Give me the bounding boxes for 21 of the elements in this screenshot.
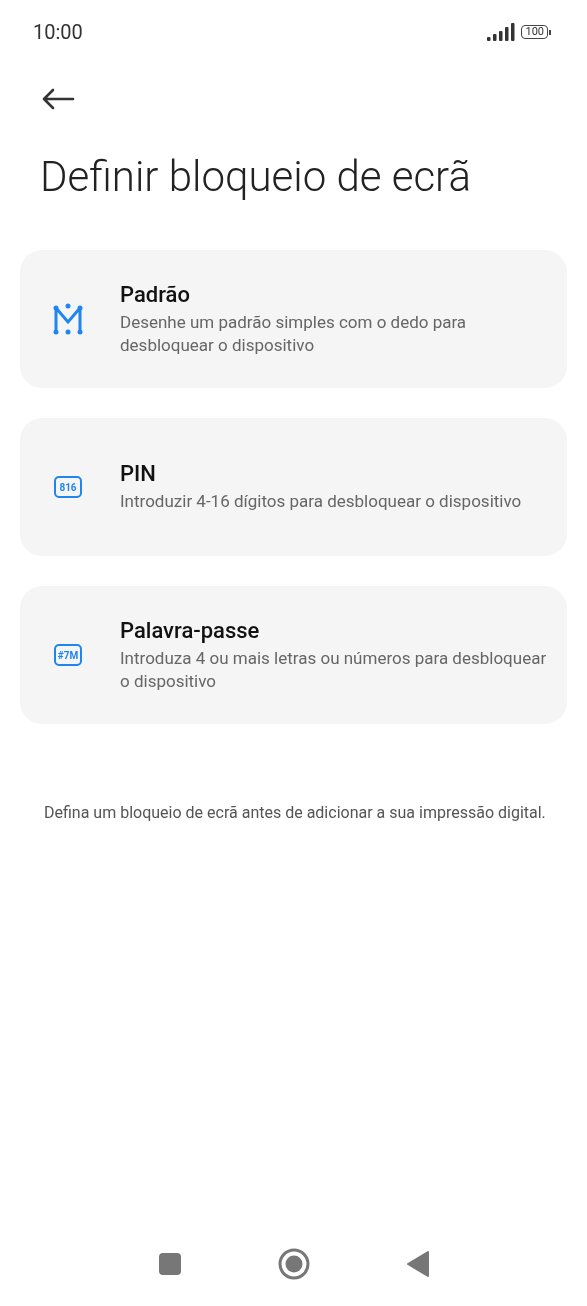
lock-option-card[interactable]: 816 PIN Introduzir 4-16 dígitos para desbloquear o dispositivo [20, 418, 567, 556]
option-title: PIN [120, 461, 157, 486]
page-title: Definir bloqueio de ecrã [40, 152, 472, 202]
option-title: Padrão [120, 281, 191, 307]
back-icon[interactable] [405, 1250, 430, 1278]
recents-icon[interactable] [157, 1252, 182, 1276]
option-description: Introduza 4 ou mais letras ou números para desbloquear o dispositivo [120, 646, 548, 693]
back-arrow-icon[interactable] [41, 88, 75, 110]
info-note: Defina um bloqueio de ecrã antes de adicionar a sua impressão digital. [44, 802, 547, 823]
home-icon[interactable] [277, 1248, 310, 1280]
option-description: Introduzir 4-16 dígitos para desbloquear o dispositivo [120, 490, 522, 513]
option-description: Desenhe um padrão simples com o dedo para desbloquear o dispositivo [120, 310, 468, 357]
lock-option-card[interactable]: #7M Palavra-passe Introduza 4 ou mais letras ou números para desbloquear o dispositivo [20, 586, 567, 724]
lock-option-card[interactable]: Padrão Desenhe um padrão simples com o dedo para desbloquear o dispositivo [20, 250, 567, 388]
battery-icon: 100 [521, 25, 551, 39]
status-time: 10:00 [33, 20, 83, 44]
pin-icon: 816 [54, 476, 82, 498]
signal-icon [487, 23, 516, 41]
pattern-icon [53, 302, 83, 336]
option-title: Palavra-passe [120, 617, 261, 643]
password-icon: #7M [54, 644, 82, 666]
